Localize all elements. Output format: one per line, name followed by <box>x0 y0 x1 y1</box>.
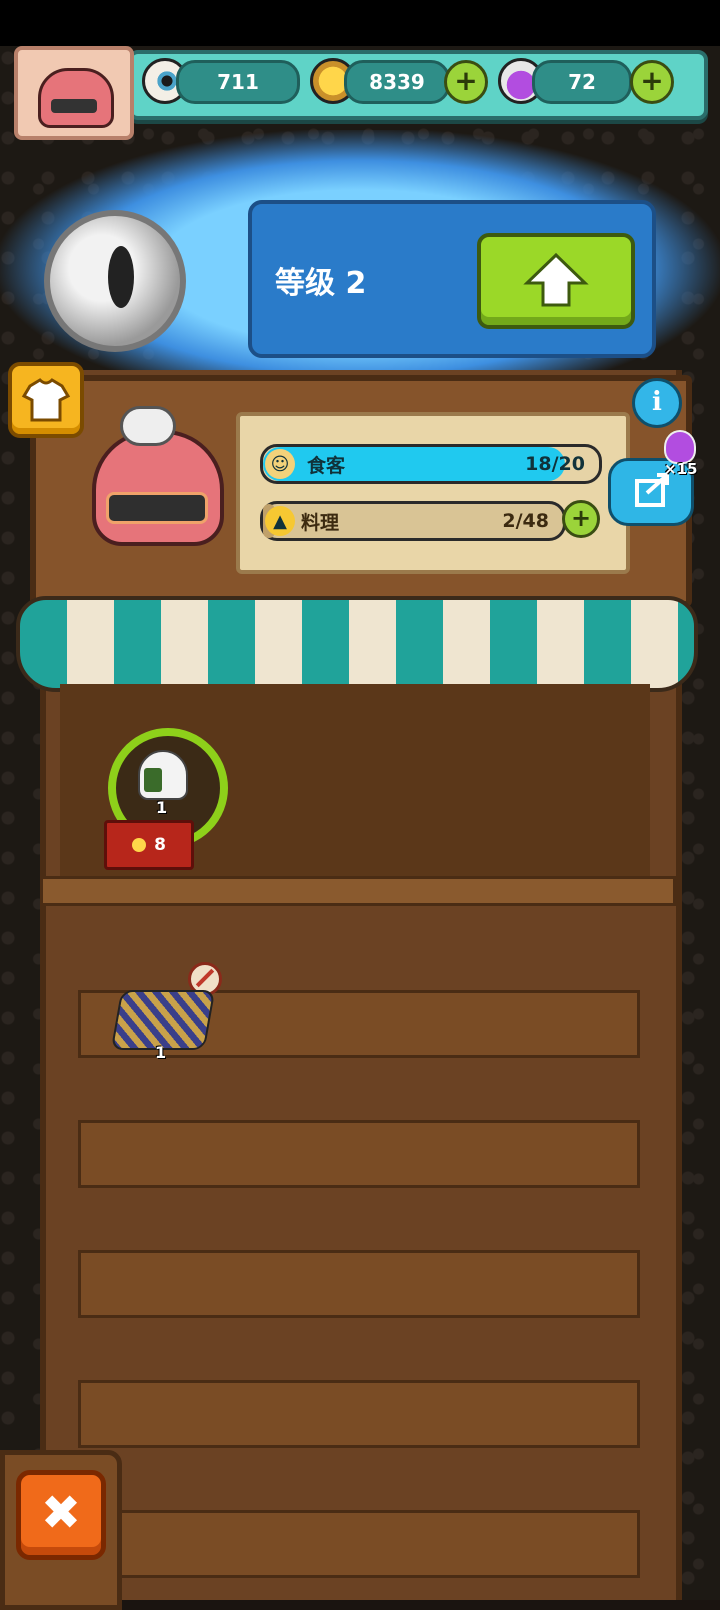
coin-count: 8339 <box>369 70 425 94</box>
shop-stats-card <box>236 412 630 574</box>
onigiri-icon <box>138 750 188 800</box>
potion-multiplier: ×15 <box>664 460 698 478</box>
shop-owner-monster[interactable] <box>92 406 224 546</box>
shelf-row <box>78 1380 640 1448</box>
eyeball-counter: 711 <box>176 60 300 104</box>
shirt-icon <box>21 378 71 422</box>
person-icon: ☺ <box>265 449 295 479</box>
potion-counter: 72 <box>532 60 632 104</box>
cloche-icon: ▲ <box>265 506 295 536</box>
close-icon: ✖ <box>40 1485 82 1541</box>
info-icon: i <box>652 387 662 417</box>
shop-awning <box>16 596 698 692</box>
close-button[interactable]: ✖ <box>16 1470 106 1560</box>
level-label: 等级 2 <box>275 266 367 301</box>
shelf-plank <box>40 876 676 906</box>
customers-value: 18/20 <box>525 453 585 475</box>
arrow-up-icon <box>523 252 589 307</box>
level-eye-orb <box>44 210 186 352</box>
status-bar <box>0 0 720 46</box>
add-dish-button[interactable]: + <box>562 500 600 538</box>
dish-count: 1 <box>155 1043 167 1062</box>
monster-mouth-icon <box>106 492 208 524</box>
dish-count: 1 <box>156 798 168 817</box>
price-tag: 8 <box>104 820 194 870</box>
upgrade-button[interactable] <box>477 233 635 329</box>
monster-avatar-icon <box>38 68 114 128</box>
outfit-button[interactable] <box>8 362 84 438</box>
shelf-row <box>78 1250 640 1318</box>
add-potions-button[interactable]: + <box>630 60 674 104</box>
info-button[interactable]: i <box>632 378 682 428</box>
eyeball-count: 711 <box>217 70 259 94</box>
dishes-value: 2/48 <box>502 510 549 532</box>
add-coins-button[interactable]: + <box>444 60 488 104</box>
dishes-bar: ▲ 料理 2/48 <box>260 501 566 541</box>
potion-bonus-icon <box>664 430 696 464</box>
chef-hat-icon <box>120 406 176 446</box>
dishes-label: 料理 <box>301 511 340 534</box>
dish-slot-rug[interactable] <box>110 990 216 1050</box>
coin-counter: 8339 <box>344 60 450 104</box>
coin-icon <box>132 838 147 852</box>
potion-count: 72 <box>568 70 596 94</box>
shelf-row <box>78 1120 640 1188</box>
dish-price: 8 <box>154 835 166 855</box>
shelf-row <box>78 1510 640 1578</box>
customers-label: 食客 <box>307 454 346 477</box>
customers-bar: ☺ 食客 18/20 <box>260 444 602 484</box>
player-avatar[interactable] <box>14 46 134 140</box>
